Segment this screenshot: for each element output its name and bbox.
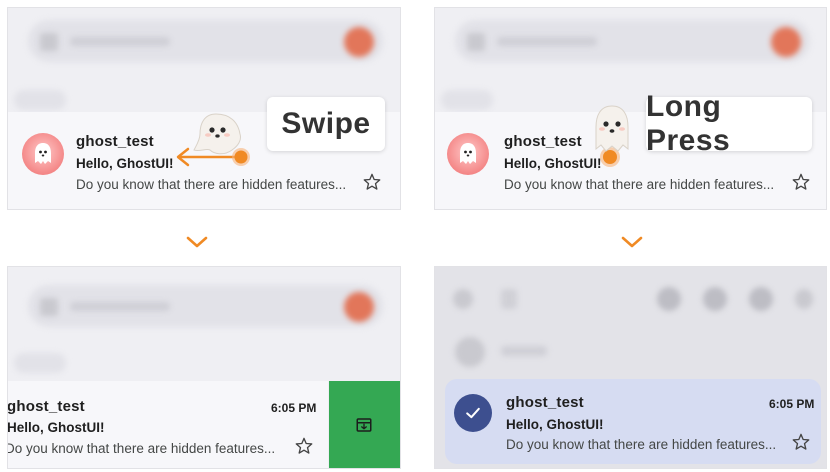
menu-icon [40, 298, 58, 316]
section-label [14, 353, 66, 373]
archive-icon [356, 418, 372, 432]
search-placeholder-bar [70, 37, 170, 46]
panel-longpress-before: ghost_test Hello, GhostUI! Do you know t… [434, 7, 827, 210]
ghost-icon [460, 143, 476, 164]
account-avatar[interactable] [771, 27, 801, 57]
account-avatar[interactable] [344, 27, 374, 57]
selected-check-avatar [454, 394, 492, 432]
email-subject: Hello, GhostUI! [7, 420, 105, 435]
ghost-icon [193, 113, 241, 155]
email-time: 6:05 PM [271, 401, 317, 415]
panel-longpress-after: ghost_test 6:05 PM Hello, GhostUI! Do yo… [434, 266, 827, 469]
email-row-swiped[interactable]: ghost_test 6:05 PM Hello, GhostUI! Do yo… [7, 381, 328, 468]
chevron-down-icon [621, 236, 643, 248]
panel-swipe-after: ghost_test 6:05 PM Hello, GhostUI! Do yo… [7, 266, 401, 469]
section-label [441, 90, 493, 110]
email-subject: Hello, GhostUI! [76, 156, 174, 171]
blurred-label [501, 346, 547, 356]
email-snippet: Do you know that there are hidden featur… [506, 437, 777, 452]
chevron-down-icon [186, 236, 208, 248]
sender-avatar [22, 133, 64, 175]
email-subject: Hello, GhostUI! [506, 417, 604, 432]
sender-name: ghost_test [506, 394, 584, 411]
delete-toolbar-icon[interactable] [703, 287, 727, 311]
ghost-icon [595, 105, 629, 152]
email-snippet: Do you know that there are hidden featur… [7, 441, 276, 456]
check-icon [466, 407, 480, 419]
back-icon[interactable] [453, 289, 473, 309]
account-avatar[interactable] [344, 292, 374, 322]
email-time: 6:05 PM [769, 397, 815, 411]
gesture-label-long-press: Long Press [646, 90, 812, 157]
email-snippet: Do you know that there are hidden featur… [76, 177, 347, 192]
email-row-selected[interactable]: ghost_test 6:05 PM Hello, GhostUI! Do yo… [445, 379, 821, 464]
sender-avatar [447, 133, 489, 175]
mail-toolbar-icon[interactable] [749, 287, 773, 311]
archive-action[interactable] [329, 381, 400, 468]
email-snippet: Do you know that there are hidden featur… [504, 177, 775, 192]
star-icon[interactable] [791, 432, 811, 452]
star-icon[interactable] [294, 436, 314, 456]
menu-icon [40, 33, 58, 51]
search-placeholder-bar [497, 37, 597, 46]
ghost-icon [35, 143, 51, 164]
sender-name: ghost_test [7, 398, 85, 415]
gesture-label-swipe: Swipe [267, 97, 385, 151]
panel-swipe-before: ghost_test Hello, GhostUI! Do you know t… [7, 7, 401, 210]
search-placeholder-bar [70, 302, 170, 311]
menu-icon [467, 33, 485, 51]
sender-name: ghost_test [76, 133, 154, 150]
more-toolbar-icon[interactable] [795, 289, 813, 309]
selection-count [501, 289, 517, 309]
email-subject: Hello, GhostUI! [504, 156, 602, 171]
archive-toolbar-icon[interactable] [657, 287, 681, 311]
sender-name: ghost_test [504, 133, 582, 150]
section-label [14, 90, 66, 110]
star-icon[interactable] [791, 172, 811, 192]
blurred-avatar [455, 337, 485, 367]
star-icon[interactable] [362, 172, 382, 192]
